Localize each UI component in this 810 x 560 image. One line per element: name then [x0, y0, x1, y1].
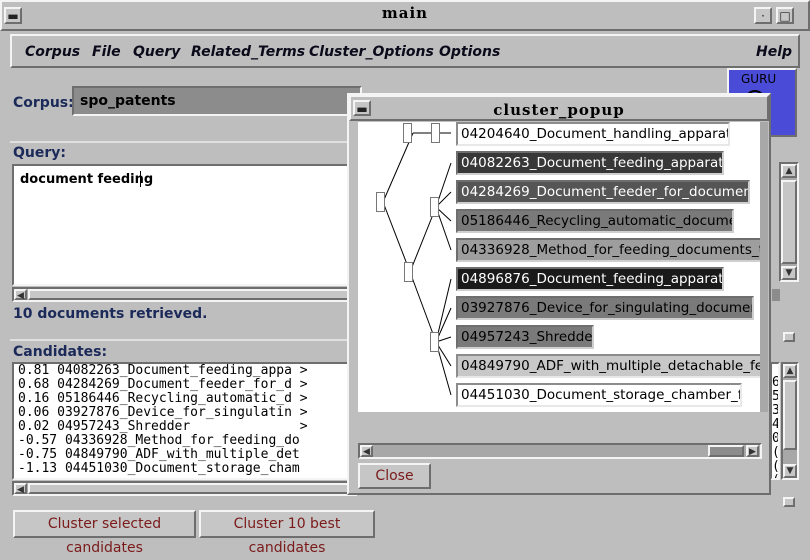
scroll-down-button[interactable]: ▼ [781, 266, 797, 280]
scroll-down-button[interactable]: ▼ [783, 464, 797, 478]
cluster-leaf[interactable]: 04284269_Document_feeder_for_document_ [456, 180, 750, 204]
cluster-leaf[interactable]: 04896876_Document_feeding_apparatus [456, 267, 724, 291]
scroll-corner [772, 289, 780, 301]
list-item[interactable]: 0.02 04957243_Shredder > [18, 420, 308, 434]
menu-help[interactable]: Help [756, 44, 792, 60]
list-item[interactable]: 0.16 05186446_Recycling_automatic_d > [18, 392, 308, 406]
window-title: main [381, 4, 429, 22]
divider [10, 339, 350, 341]
cluster-best-button[interactable]: Cluster 10 best candidates [199, 510, 375, 556]
menu-related-terms[interactable]: Related_Terms [191, 44, 305, 60]
tree-branch-node[interactable] [430, 332, 439, 352]
scroll-left-button[interactable]: ◀ [14, 483, 27, 495]
cluster-leaf[interactable]: 04336928_Method_for_feeding_documents_to… [456, 238, 760, 262]
tree-branch-node[interactable] [376, 192, 385, 212]
query-label: Query: [13, 145, 66, 161]
cluster-popup-window[interactable]: ▬ cluster_popup 04204640_Document_handli… [347, 93, 771, 495]
scroll-left-button[interactable]: ◀ [14, 289, 27, 301]
query-input[interactable]: document feeding [12, 164, 357, 286]
dendrogram-lines [382, 132, 452, 396]
tree-branch-node[interactable] [403, 123, 412, 143]
pane-sash-handle[interactable] [783, 332, 795, 342]
cluster-leaf[interactable]: 03927876_Device_for_singulating_document… [456, 296, 754, 320]
corpus-field[interactable]: spo_patents [72, 86, 362, 116]
scroll-thumb[interactable] [28, 483, 354, 494]
cluster-leaf[interactable]: 04082263_Document_feeding_apparatus [456, 151, 724, 175]
popup-title: cluster_popup [493, 101, 625, 119]
menu-query[interactable]: Query [133, 44, 180, 60]
cluster-selected-button[interactable]: Cluster selected candidates [13, 510, 196, 556]
list-item[interactable]: 0.68 04284269_Document_feeder_for_d > [18, 378, 308, 392]
candidates-list[interactable]: 0.81 04082263_Document_feeding_appa > 0.… [12, 362, 357, 480]
scroll-right-button[interactable]: ▶ [746, 445, 759, 457]
menu-options[interactable]: Options [439, 44, 500, 60]
query-text: document feeding [20, 172, 154, 187]
query-vscrollbar[interactable]: ▲ ▼ [779, 162, 799, 282]
candidates-vscrollbar[interactable]: ▲ ▼ [781, 362, 799, 480]
list-glyph: 3 [772, 403, 780, 418]
list-glyph: ( [772, 474, 778, 479]
candidates-label: Candidates: [13, 344, 108, 360]
list-item[interactable]: -0.57 04336928_Method_for_feeding_do [18, 434, 300, 448]
list-glyph: ( [772, 445, 780, 460]
menu-file[interactable]: File [92, 44, 121, 60]
scroll-up-button[interactable]: ▲ [783, 364, 797, 378]
menu-corpus[interactable]: Corpus [25, 44, 80, 60]
list-item[interactable]: 0.81 04082263_Document_feeding_appa > [18, 364, 308, 378]
tree-branch-node[interactable] [430, 197, 439, 217]
tree-branch-node[interactable] [431, 123, 440, 143]
cluster-tree[interactable]: 04204640_Document_handling_apparatus 040… [358, 122, 760, 412]
cluster-leaf[interactable]: 04451030_Document_storage_chamber_for [456, 383, 742, 407]
close-button[interactable]: Close [358, 463, 431, 489]
scroll-thumb[interactable] [783, 380, 797, 450]
divider [10, 141, 350, 143]
scroll-thumb[interactable] [781, 180, 797, 264]
cluster-leaf[interactable]: 05186446_Recycling_automatic_document [456, 209, 734, 233]
list-glyph: 5 [772, 389, 780, 404]
text-cursor [140, 171, 141, 187]
query-hscrollbar[interactable]: ◀ [12, 287, 357, 302]
scroll-left-button[interactable]: ◀ [360, 445, 373, 457]
list-glyph: 6 [772, 375, 780, 390]
tree-branch-node[interactable] [404, 262, 413, 282]
pane-sash-handle[interactable] [783, 497, 795, 507]
cluster-leaf[interactable]: 04849790_ADF_with_multiple_detachable_fe… [456, 354, 760, 378]
popup-vscrollbar[interactable] [760, 122, 768, 412]
candidates-side-list: 6 5 3 4 0 ( ( ( [770, 362, 780, 480]
list-glyph: 0 [772, 431, 780, 446]
popup-hscrollbar[interactable]: ◀ ▶ [358, 443, 762, 459]
scroll-up-button[interactable]: ▲ [781, 164, 797, 178]
status-text: 10 documents retrieved. [13, 306, 208, 322]
cluster-leaf[interactable]: 04204640_Document_handling_apparatus [456, 122, 730, 146]
menu-cluster-options[interactable]: Cluster_Options [309, 44, 434, 60]
list-item[interactable]: -1.13 04451030_Document_storage_cham [18, 462, 300, 476]
list-item[interactable]: 0.06 03927876_Device_for_singulatin > [18, 406, 308, 420]
scroll-thumb[interactable] [28, 289, 354, 300]
list-glyph: ( [772, 459, 780, 474]
cluster-leaf[interactable]: 04957243_Shredder [456, 325, 594, 349]
corpus-value: spo_patents [80, 93, 176, 109]
list-glyph: 4 [772, 417, 780, 432]
guru-logo-text: GURU [741, 72, 777, 86]
corpus-label: Corpus: [13, 95, 74, 111]
menu-bar: Corpus File Query Related_Terms Cluster_… [10, 34, 800, 68]
candidates-hscrollbar[interactable]: ◀ [12, 481, 357, 496]
list-item[interactable]: -0.75 04849790_ADF_with_multiple_det [18, 448, 300, 462]
scroll-thumb[interactable] [708, 445, 744, 457]
